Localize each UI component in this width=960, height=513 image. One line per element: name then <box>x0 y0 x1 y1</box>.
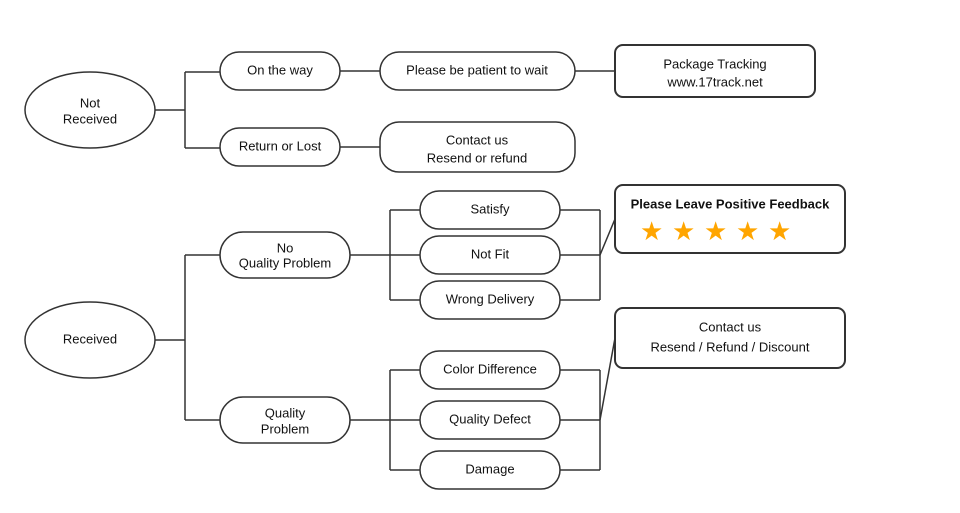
quality-problem-label2: Problem <box>261 421 309 436</box>
contact-us-resend-label1: Contact us <box>446 132 509 147</box>
star2: ★ <box>672 216 695 246</box>
star1: ★ <box>640 216 663 246</box>
star3: ★ <box>704 216 727 246</box>
contact-us-refund-label1: Contact us <box>699 319 762 334</box>
wrong-delivery-label: Wrong Delivery <box>446 291 535 306</box>
received-label: Received <box>63 331 117 346</box>
not-received-label2: Received <box>63 111 117 126</box>
package-tracking-label1: Package Tracking <box>663 56 766 71</box>
no-quality-problem-label2: Quality Problem <box>239 255 331 270</box>
not-received-label: Not <box>80 95 101 110</box>
satisfy-label: Satisfy <box>470 201 510 216</box>
quality-problem-label1: Quality <box>265 405 306 420</box>
color-difference-label: Color Difference <box>443 361 537 376</box>
star5: ★ <box>768 216 791 246</box>
patient-wait-label: Please be patient to wait <box>406 62 548 77</box>
star4: ★ <box>736 216 759 246</box>
no-quality-problem-label1: No <box>277 240 294 255</box>
contact-us-resend-label2: Resend or refund <box>427 150 527 165</box>
quality-defect-label: Quality Defect <box>449 411 531 426</box>
return-lost-label: Return or Lost <box>239 138 322 153</box>
contact-us-refund-label2: Resend / Refund / Discount <box>651 339 810 354</box>
not-fit-label: Not Fit <box>471 246 510 261</box>
contact-us-refund-node <box>615 308 845 368</box>
positive-feedback-label: Please Leave Positive Feedback <box>631 196 830 211</box>
on-the-way-label: On the way <box>247 62 313 77</box>
package-tracking-label2: www.17track.net <box>666 74 763 89</box>
damage-label: Damage <box>465 461 514 476</box>
